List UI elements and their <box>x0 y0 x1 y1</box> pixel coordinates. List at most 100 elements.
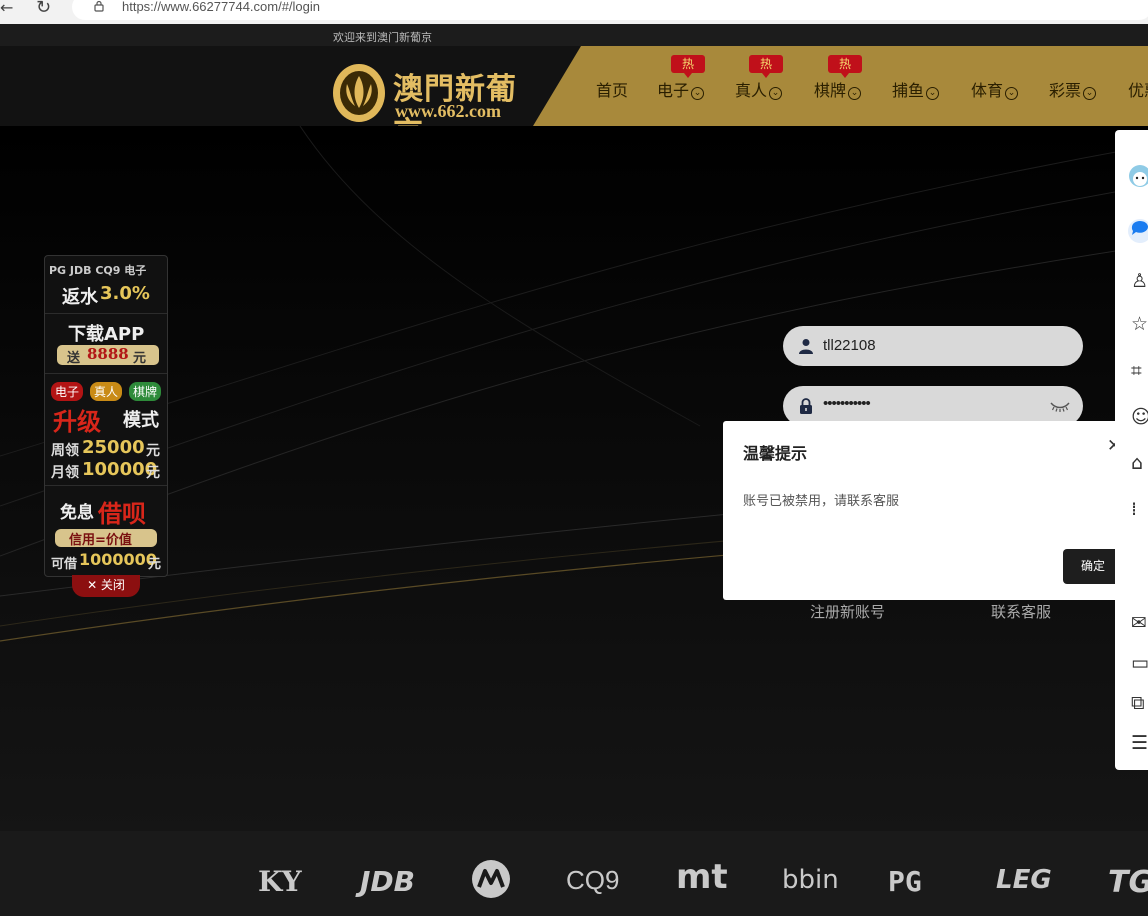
nav-item-label: 体育 <box>971 81 1004 100</box>
welcome-strip: 欢迎来到澳门新葡京 <box>0 24 1148 48</box>
alert-dialog: 温馨提示 ✕ 账号已被禁用，请联系客服 确定 <box>723 421 1123 600</box>
weekly-label: 周领 <box>51 443 79 459</box>
borrow-amount: 1000000 <box>79 550 157 569</box>
chevron-down-icon: ⌄ <box>1083 87 1097 100</box>
mail-icon[interactable]: ✉ <box>1131 612 1148 634</box>
username-value: tll22108 <box>823 337 876 354</box>
send-amount: 8888 <box>87 345 129 363</box>
grape-emblem-icon <box>333 64 385 122</box>
download-app-label: 下载APP <box>68 324 145 345</box>
weekly-unit: 元 <box>146 443 160 459</box>
password-field[interactable]: ••••••••••• <box>783 386 1083 426</box>
borrow-label: 可借 <box>51 557 78 572</box>
provider-logo-microgaming-icon <box>472 860 510 898</box>
chevron-down-icon: ⌄ <box>1005 87 1019 100</box>
username-field[interactable]: tll22108 <box>783 326 1083 366</box>
provider-logo-jdb: JDB <box>360 865 416 898</box>
nav-item-sports[interactable]: 体育 ⌄ <box>971 77 1019 101</box>
nav-item-label: 电子 <box>657 81 690 100</box>
nav-item-lottery[interactable]: 彩票 ⌄ <box>1049 77 1097 101</box>
tag-slots: 电子 <box>51 382 84 401</box>
hot-badge: 热 <box>828 55 862 78</box>
back-arrow-icon[interactable]: ← <box>0 0 13 17</box>
password-mask: ••••••••••• <box>823 395 871 412</box>
brand-domain: www.662.com <box>395 101 501 121</box>
borrow-unit: 元 <box>148 557 162 572</box>
provider-logo-tg: TG <box>1108 865 1148 900</box>
monthly-label: 月领 <box>51 465 79 481</box>
nav-item-label: 捕鱼 <box>892 81 925 100</box>
loan-title: 借呗 <box>98 499 146 528</box>
monthly-unit: 元 <box>146 465 160 481</box>
menu-icon[interactable]: ☰ <box>1131 732 1148 754</box>
browser-side-panel: ♙ ☆ ⌗ ☺ ⌂ ⁞ ✉ ▭ ⧉ ☰ <box>1115 130 1148 770</box>
nav-item-home[interactable]: 首页 <box>596 77 628 101</box>
confirm-button[interactable]: 确定 <box>1063 549 1123 584</box>
site-logo[interactable]: 澳門新葡京 www.662.com <box>333 64 543 151</box>
promo-close-button[interactable]: ✕ 关闭 <box>72 575 140 597</box>
register-link[interactable]: 注册新账号 <box>810 601 885 622</box>
weekly-amount: 25000 <box>82 437 145 458</box>
nav-item-label: 优惠 <box>1128 81 1148 100</box>
nav-item-fishing[interactable]: 捕鱼 ⌄ <box>892 77 940 101</box>
provider-logo-bbin: bbin <box>782 865 839 895</box>
tag-cards: 棋牌 <box>129 382 162 401</box>
nav-item-live[interactable]: 真人 ⌄ <box>735 77 783 101</box>
credit-label: 信用=价值 <box>69 533 132 548</box>
dialog-message: 账号已被禁用，请联系客服 <box>743 494 900 509</box>
url-text: https://www.66277744.com/#/login <box>122 0 321 14</box>
nav-item-label: 首页 <box>596 81 629 100</box>
nav-item-promotions[interactable]: 优惠 <box>1128 77 1148 101</box>
provider-logo-cq9: CQ9 <box>566 865 620 895</box>
apps-grid-icon[interactable]: ⁞ <box>1131 498 1148 520</box>
chevron-down-icon: ⌄ <box>769 87 783 100</box>
person-icon[interactable]: ♙ <box>1131 270 1148 292</box>
nav-item-label: 彩票 <box>1049 81 1082 100</box>
provider-logo-pg: PG <box>888 865 922 898</box>
folder-icon[interactable]: ▭ <box>1131 652 1148 674</box>
loan-interest-free: 免息 <box>60 503 94 523</box>
hot-badge: 热 <box>671 55 705 78</box>
provider-logo-ky: KY <box>258 865 302 898</box>
welcome-text: 欢迎来到澳门新葡京 <box>333 31 432 44</box>
avatar[interactable] <box>1127 160 1148 194</box>
star-icon[interactable]: ☆ <box>1131 313 1148 335</box>
chevron-down-icon: ⌄ <box>691 87 705 100</box>
chevron-down-icon: ⌄ <box>848 87 862 100</box>
promo-sidebar[interactable]: PG JDB CQ9 电子 返水 3.0% 下载APP 送 8888 元 电子 … <box>44 255 168 577</box>
tag-live: 真人 <box>90 382 123 401</box>
games-icon[interactable]: ☺ <box>1131 406 1148 428</box>
reload-icon[interactable]: ↻ <box>36 0 51 18</box>
rebate-label: 返水 <box>62 287 98 308</box>
nav-item-label: 棋牌 <box>814 81 847 100</box>
shopping-icon[interactable]: ⌂ <box>1131 452 1148 474</box>
send-unit: 元 <box>133 351 147 366</box>
user-icon <box>799 339 813 354</box>
provider-footer: KY JDB CQ9 mt bbin PG LEG TG <box>0 831 1148 916</box>
upgrade-title: 升级 <box>53 407 101 436</box>
provider-logo-leg: LEG <box>996 865 1052 895</box>
loan-block[interactable]: 免息 借呗 信用=价值 可借 1000000 元 <box>45 486 167 578</box>
eye-closed-icon[interactable] <box>1049 399 1071 413</box>
upgrade-block[interactable]: 电子 真人 棋牌 升级 模式 周领 25000 元 月领 100000 元 <box>45 374 167 486</box>
rebate-block[interactable]: PG JDB CQ9 电子 返水 3.0% <box>45 256 167 314</box>
chevron-down-icon: ⌄ <box>926 87 940 100</box>
lock-icon <box>94 0 104 12</box>
nav-item-cards[interactable]: 棋牌 ⌄ <box>814 77 862 101</box>
chat-bubble-icon[interactable] <box>1127 218 1148 244</box>
browser-toolbar: ← ↻ https://www.66277744.com/#/login <box>0 0 1148 24</box>
hot-badge: 热 <box>749 55 783 78</box>
nav-item-slots[interactable]: 电子 ⌄ <box>657 77 705 101</box>
puzzle-icon[interactable]: ⌗ <box>1131 360 1148 382</box>
provider-logo-mt: mt <box>676 857 728 897</box>
support-link[interactable]: 联系客服 <box>991 601 1051 622</box>
padlock-icon <box>800 398 812 414</box>
mode-label: 模式 <box>123 410 159 431</box>
nav-item-label: 真人 <box>735 81 768 100</box>
app-download-block[interactable]: 下载APP 送 8888 元 <box>45 314 167 374</box>
send-label: 送 <box>67 351 81 366</box>
dialog-title: 温馨提示 <box>743 444 808 463</box>
rebate-value: 3.0% <box>100 283 150 304</box>
collections-icon[interactable]: ⧉ <box>1131 692 1148 714</box>
provider-list: PG JDB CQ9 电子 <box>49 264 147 277</box>
